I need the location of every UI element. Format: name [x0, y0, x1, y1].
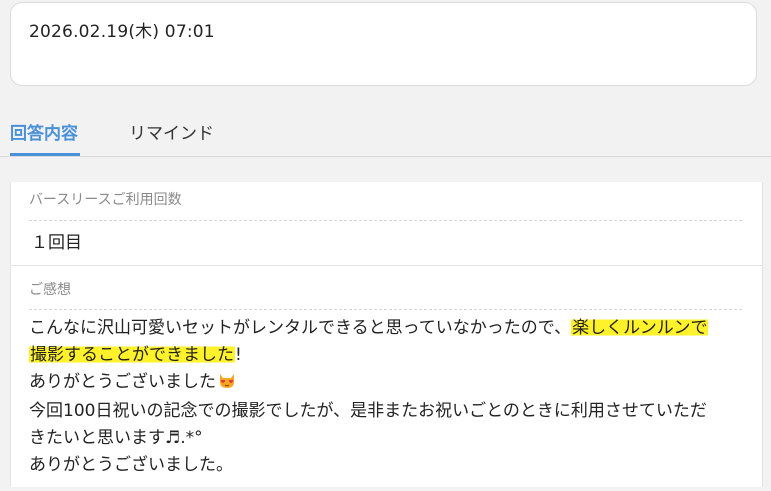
- dashed-divider: [29, 309, 742, 310]
- heart-eyes-cat-icon: [218, 371, 236, 398]
- highlighted-text: 楽しくルンルンで: [571, 318, 709, 338]
- comment-text: こんなに沢山可愛いセットがレンタルできると思っていなかったので、: [29, 318, 572, 338]
- usage-count-value: １回目: [31, 233, 82, 253]
- answer-panel: バースリースご利用回数 １回目 ご感想 こんなに沢山可愛いセットがレンタルできる…: [10, 182, 763, 491]
- dashed-divider: [29, 220, 742, 221]
- comment-line: こんなに沢山可愛いセットがレンタルできると思っていなかったので、楽しくルンルンで: [29, 315, 749, 342]
- impression-label: ご感想: [29, 282, 71, 298]
- usage-count-label: バースリースご利用回数: [29, 192, 182, 208]
- active-tab-indicator: [10, 153, 80, 156]
- comment-line: ありがとうございました。: [29, 455, 233, 475]
- comment-text: !: [235, 345, 242, 365]
- highlighted-text: 撮影することができました: [29, 345, 235, 365]
- comment-line: きたいと思います♬.*°: [29, 428, 203, 448]
- tab-bar: 回答内容 リマインド: [0, 110, 771, 157]
- impression-comment: こんなに沢山可愛いセットがレンタルできると思っていなかったので、楽しくルンルンで…: [29, 315, 749, 479]
- tab-remind[interactable]: リマインド: [129, 119, 214, 144]
- comment-line: ありがとうございました: [29, 369, 749, 398]
- comment-line: 今回100日祝いの記念での撮影でしたが、是非またお祝いごとのときに利用させていた…: [29, 401, 707, 421]
- page-bottom-edge: [0, 487, 771, 491]
- comment-text: ありがとうございました: [29, 372, 216, 392]
- comment-line: 撮影することができました!: [29, 342, 749, 369]
- response-date-card: 2026.02.19(木) 07:01: [10, 2, 757, 86]
- response-datetime: 2026.02.19(木) 07:01: [29, 22, 215, 42]
- section-divider: [11, 265, 762, 266]
- tab-answer-content[interactable]: 回答内容: [10, 119, 78, 144]
